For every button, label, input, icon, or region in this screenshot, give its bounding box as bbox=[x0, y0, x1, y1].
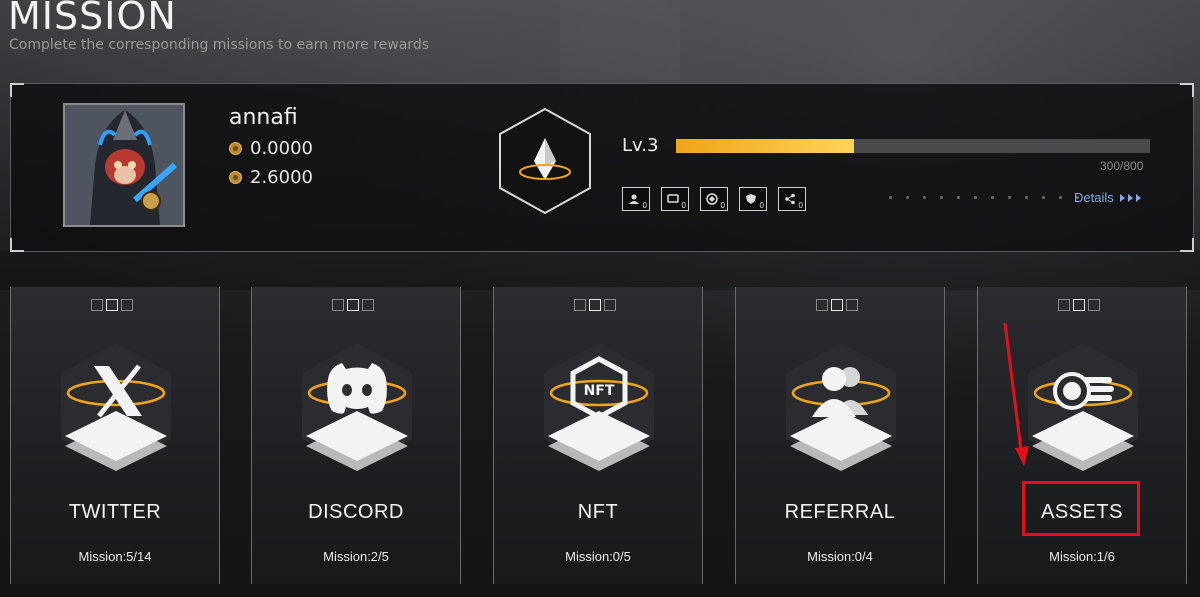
coins-icon bbox=[1028, 343, 1138, 471]
mission-card-discord[interactable]: DISCORD Mission:2/5 bbox=[251, 287, 461, 584]
achievement-badges: 0 0 0 0 0 bbox=[622, 187, 806, 211]
nft-token-icon bbox=[706, 193, 718, 205]
card-label: TWITTER bbox=[68, 501, 162, 523]
discord-icon bbox=[302, 343, 412, 471]
mission-progress: Mission:1/6 bbox=[1049, 549, 1115, 564]
background-strip bbox=[0, 250, 1200, 290]
card-label: NFT bbox=[577, 501, 619, 523]
corner-decoration bbox=[1180, 83, 1194, 97]
triple-arrow-icon bbox=[1119, 193, 1141, 202]
card-indicator bbox=[574, 299, 616, 311]
badge-nft-token[interactable]: 0 bbox=[700, 187, 728, 211]
token-icon bbox=[229, 171, 242, 184]
level-crystal-icon bbox=[499, 107, 591, 215]
badge-count: 0 bbox=[759, 201, 764, 210]
card-indicator bbox=[816, 299, 858, 311]
corner-decoration bbox=[10, 83, 24, 97]
xp-progress-fill bbox=[676, 139, 854, 153]
coin-icon bbox=[229, 142, 242, 155]
users-icon bbox=[786, 343, 896, 471]
user-group-icon bbox=[629, 194, 639, 204]
page-subtitle: Complete the corresponding missions to e… bbox=[9, 37, 429, 53]
level-label: Lv.3 bbox=[622, 135, 659, 156]
annotation-arrow-icon bbox=[1003, 322, 1029, 466]
balance-row-1: 0.0000 bbox=[229, 138, 313, 159]
card-label: DISCORD bbox=[308, 501, 404, 523]
nft-icon: NFT bbox=[544, 343, 654, 471]
badge-count: 0 bbox=[798, 201, 803, 210]
card-label: REFERRAL bbox=[784, 501, 896, 523]
x-logo-icon bbox=[61, 343, 171, 471]
balance-value-1: 0.0000 bbox=[250, 138, 313, 159]
annotation-highlight-box bbox=[1022, 481, 1140, 536]
card-indicator bbox=[1058, 299, 1100, 311]
mission-progress: Mission:5/14 bbox=[78, 549, 152, 564]
pagination-dots bbox=[889, 196, 1079, 199]
mission-progress: Mission:2/5 bbox=[323, 549, 389, 564]
mission-progress: Mission:0/5 bbox=[565, 549, 631, 564]
shield-icon bbox=[746, 194, 756, 204]
badge-count: 0 bbox=[642, 201, 647, 210]
mission-card-referral[interactable]: REFERRAL Mission:0/4 bbox=[735, 287, 945, 584]
message-icon bbox=[667, 194, 679, 203]
xp-progress-bar bbox=[676, 139, 1150, 153]
mission-card-nft[interactable]: NFT NFT Mission:0/5 bbox=[493, 287, 703, 584]
share-icon bbox=[785, 193, 795, 205]
card-indicator bbox=[91, 299, 133, 311]
svg-text:NFT: NFT bbox=[584, 383, 615, 399]
badge-user-group[interactable]: 0 bbox=[622, 187, 650, 211]
mission-card-twitter[interactable]: TWITTER Mission:5/14 bbox=[10, 287, 220, 584]
page-title: MISSION bbox=[8, 0, 177, 38]
xp-text: 300/800 bbox=[1100, 159, 1144, 173]
profile-panel: annafi 0.0000 2.6000 Lv.3 300/800 0 0 0 bbox=[10, 83, 1194, 252]
details-label: Details bbox=[1074, 190, 1114, 205]
badge-count: 0 bbox=[681, 201, 686, 210]
badge-message[interactable]: 0 bbox=[661, 187, 689, 211]
background-tower bbox=[560, 0, 680, 80]
avatar[interactable] bbox=[63, 103, 185, 227]
badge-shield[interactable]: 0 bbox=[739, 187, 767, 211]
badge-share[interactable]: 0 bbox=[778, 187, 806, 211]
balance-value-2: 2.6000 bbox=[250, 167, 313, 188]
mission-progress: Mission:0/4 bbox=[807, 549, 873, 564]
username: annafi bbox=[229, 105, 298, 130]
card-indicator bbox=[332, 299, 374, 311]
balance-row-2: 2.6000 bbox=[229, 167, 313, 188]
badge-count: 0 bbox=[720, 201, 725, 210]
details-link[interactable]: Details bbox=[1074, 190, 1142, 205]
corner-decoration bbox=[1180, 238, 1194, 252]
corner-decoration bbox=[10, 238, 24, 252]
avatar-character-image bbox=[65, 105, 183, 225]
